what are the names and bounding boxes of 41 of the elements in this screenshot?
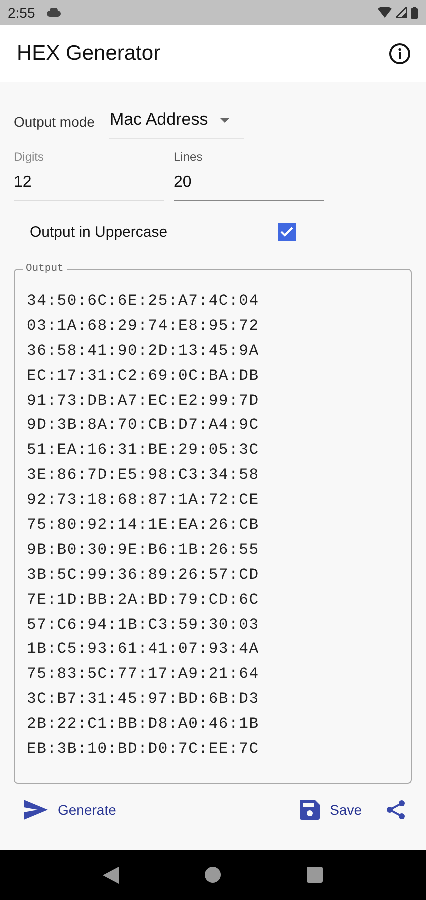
share-icon[interactable] bbox=[386, 800, 406, 820]
dropdown-arrow-icon bbox=[220, 118, 230, 122]
save-button[interactable]: Save bbox=[298, 796, 364, 824]
cloud-icon bbox=[47, 8, 62, 17]
hex-line: 3E:86:7D:E5:98:C3:34:58 bbox=[27, 465, 260, 486]
hex-line: 7E:1D:BB:2A:BD:79:CD:6C bbox=[27, 590, 260, 611]
hex-line: 9B:B0:30:9E:B6:1B:26:55 bbox=[27, 540, 260, 561]
hex-line: EB:3B:10:BD:D0:7C:EE:7C bbox=[27, 739, 260, 760]
signal-icon bbox=[396, 7, 407, 18]
app-title: HEX Generator bbox=[17, 42, 161, 66]
hex-line: 51:EA:16:31:BE:29:05:3C bbox=[27, 440, 260, 462]
hex-line: EC:17:31:C2:69:0C:BA:DB bbox=[27, 366, 260, 387]
uppercase-label: Output in Uppercase bbox=[30, 224, 169, 240]
hex-line: 75:83:5C:77:17:A9:21:64 bbox=[27, 664, 260, 686]
save-icon bbox=[300, 800, 320, 820]
hex-line: 2B:22:C1:BB:D8:A0:46:1B bbox=[27, 714, 260, 736]
output-mode-dropdown[interactable]: Mac Address bbox=[108, 104, 244, 139]
hex-line: 1B:C5:93:61:41:07:93:4A bbox=[27, 639, 260, 660]
hex-line: 34:50:6C:6E:25:A7:4C:04 bbox=[27, 291, 260, 312]
home-icon[interactable] bbox=[205, 867, 221, 883]
number-field[interactable]: Digits 12 bbox=[14, 150, 164, 201]
hex-line: 3B:5C:99:36:89:26:57:CD bbox=[27, 564, 260, 586]
hex-line: 91:73:DB:A7:EC:E2:99:7D bbox=[27, 390, 260, 412]
hex-line: 57:C6:94:1B:C3:59:30:03 bbox=[27, 614, 260, 636]
battery-icon bbox=[411, 6, 418, 18]
hex-line: 3C:B7:31:45:97:BD:6B:D3 bbox=[27, 689, 260, 710]
hex-line: 9D:3B:8A:70:CB:D7:A4:9C bbox=[27, 415, 260, 436]
hex-line: 92:73:18:68:87:1A:72:CE bbox=[27, 490, 260, 512]
generate-button[interactable]: Generate bbox=[22, 796, 118, 824]
hex-line: 75:80:92:14:1E:EA:26:CB bbox=[27, 515, 260, 536]
wifi-icon bbox=[378, 7, 392, 18]
back-icon[interactable] bbox=[103, 866, 119, 884]
send-icon bbox=[24, 800, 48, 820]
hex-line: 03:1A:68:29:74:E8:95:72 bbox=[27, 316, 260, 337]
output-mode-label: Output mode bbox=[14, 114, 95, 130]
hex-line: 36:58:41:90:2D:13:45:9A bbox=[27, 340, 260, 362]
status-time: 2:55 bbox=[8, 4, 36, 20]
number-field[interactable]: Lines 20 bbox=[174, 150, 324, 201]
info-icon[interactable] bbox=[389, 42, 411, 64]
output-label: Output bbox=[23, 262, 67, 276]
uppercase-checkbox[interactable] bbox=[278, 223, 296, 241]
